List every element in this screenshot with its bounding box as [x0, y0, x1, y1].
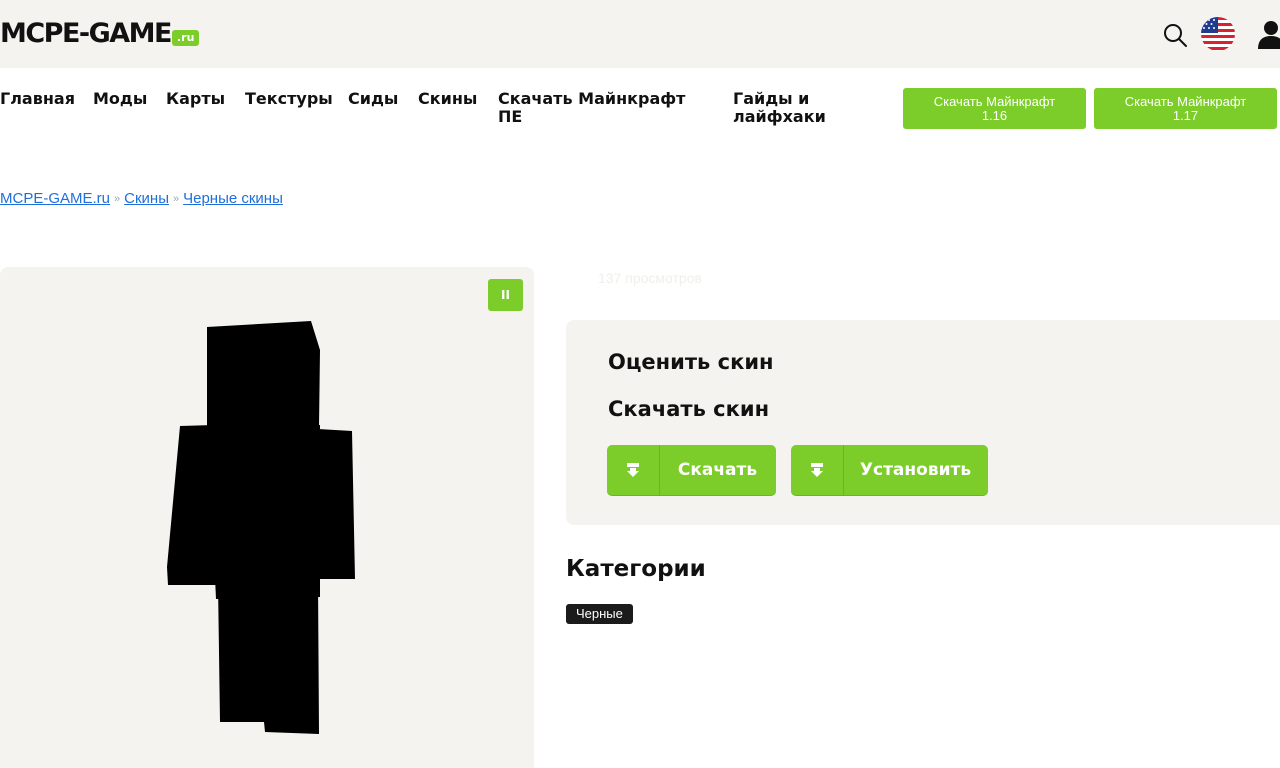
- nav-item-home[interactable]: Главная: [0, 90, 75, 108]
- views-count: 137 просмотров: [598, 270, 702, 286]
- download-117-line1: Скачать Майнкрафт: [1124, 93, 1247, 109]
- install-icon: [791, 445, 844, 495]
- logo-suffix: .ru: [172, 30, 200, 46]
- breadcrumb: MCPE-GAME.ru» Скины» Черные скины: [0, 190, 283, 207]
- install-button-label: Установить: [859, 460, 972, 480]
- install-skin-button[interactable]: Установить: [791, 445, 988, 495]
- download-minecraft-116-button[interactable]: Скачать Майнкрафт 1.16: [903, 88, 1086, 129]
- nav-item-download-pe[interactable]: Скачать Майнкрафт ПЕ: [498, 90, 685, 126]
- download-skin-heading: Скачать скин: [608, 397, 770, 421]
- nav-item-guides-line2: лайфхаки: [733, 107, 826, 126]
- skin-preview[interactable]: [0, 267, 534, 768]
- nav-item-guides-line1: Гайды и: [733, 89, 810, 108]
- download-117-line2: 1.17: [1172, 107, 1199, 123]
- breadcrumb-separator: »: [114, 193, 121, 205]
- breadcrumb-black-skins-link[interactable]: Черные скины: [183, 190, 283, 207]
- search-icon[interactable]: [1162, 22, 1188, 48]
- rate-skin-heading: Оценить скин: [608, 350, 774, 374]
- nav-item-mods[interactable]: Моды: [93, 90, 147, 108]
- main-nav: Главная Моды Карты Текстуры Сиды Скины С…: [0, 68, 1280, 148]
- skin-model-image[interactable]: [0, 267, 534, 768]
- download-button-label: Скачать: [677, 460, 758, 480]
- download-skin-button[interactable]: Скачать: [607, 445, 776, 495]
- logo-text: MCPE-GAME: [0, 18, 173, 49]
- nav-item-skins[interactable]: Скины: [418, 90, 477, 108]
- download-minecraft-117-button[interactable]: Скачать Майнкрафт 1.17: [1094, 88, 1277, 129]
- category-tag-black[interactable]: Черные: [566, 604, 633, 624]
- nav-item-seeds[interactable]: Сиды: [348, 90, 398, 108]
- download-116-line2: 1.16: [981, 107, 1008, 123]
- site-header: MCPE-GAME .ru: [0, 0, 1280, 68]
- nav-item-guides[interactable]: Гайды и лайфхаки: [733, 90, 826, 126]
- nav-item-download-pe-line1: Скачать Майнкрафт: [498, 89, 686, 108]
- categories-heading: Категории: [566, 556, 706, 582]
- nav-item-maps[interactable]: Карты: [166, 90, 225, 108]
- breadcrumb-skins-link[interactable]: Скины: [124, 190, 169, 207]
- nav-item-download-pe-line2: ПЕ: [498, 107, 523, 126]
- download-116-line1: Скачать Майнкрафт: [933, 93, 1056, 109]
- breadcrumb-home-link[interactable]: MCPE-GAME.ru: [0, 190, 110, 207]
- user-icon[interactable]: [1256, 19, 1280, 49]
- site-logo[interactable]: MCPE-GAME .ru: [0, 18, 200, 50]
- nav-item-textures[interactable]: Текстуры: [245, 90, 333, 108]
- us-flag-icon[interactable]: [1200, 16, 1236, 52]
- download-icon: [607, 445, 660, 495]
- breadcrumb-separator: »: [172, 193, 180, 205]
- pause-animation-button[interactable]: II: [488, 279, 523, 311]
